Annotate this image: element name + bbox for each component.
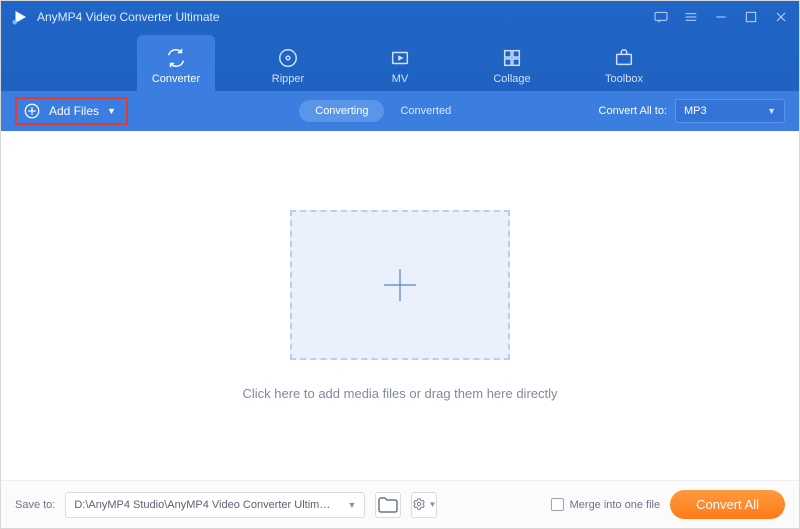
- converter-icon: [165, 47, 187, 69]
- merge-label: Merge into one file: [570, 499, 661, 511]
- tab-label: Toolbox: [605, 73, 643, 85]
- app-window: AnyMP4 Video Converter Ultimate Converte…: [0, 0, 800, 529]
- window-controls: [653, 9, 789, 25]
- convert-all-to: Convert All to: MP3 ▼: [599, 99, 785, 123]
- chevron-down-icon: ▼: [428, 500, 436, 509]
- convert-all-to-label: Convert All to:: [599, 105, 667, 117]
- format-select[interactable]: MP3 ▼: [675, 99, 785, 123]
- footer: Save to: D:\AnyMP4 Studio\AnyMP4 Video C…: [1, 480, 799, 528]
- menu-icon[interactable]: [683, 9, 699, 25]
- checkbox-icon: [551, 498, 564, 511]
- minimize-icon[interactable]: [713, 9, 729, 25]
- plus-circle-icon: [23, 102, 41, 120]
- tab-label: Ripper: [272, 73, 304, 85]
- drop-hint: Click here to add media files or drag th…: [242, 386, 557, 401]
- subheader: Add Files ▼ Converting Converted Convert…: [1, 91, 799, 131]
- tab-toolbox[interactable]: Toolbox: [585, 35, 663, 91]
- save-path-select[interactable]: D:\AnyMP4 Studio\AnyMP4 Video Converter …: [65, 492, 365, 518]
- tab-ripper[interactable]: Ripper: [249, 35, 327, 91]
- mv-icon: [389, 47, 411, 69]
- save-to-label: Save to:: [15, 499, 55, 511]
- tab-mv[interactable]: MV: [361, 35, 439, 91]
- ripper-icon: [277, 47, 299, 69]
- format-value: MP3: [684, 105, 707, 117]
- collage-icon: [501, 47, 523, 69]
- titlebar: AnyMP4 Video Converter Ultimate: [1, 1, 799, 33]
- feedback-icon[interactable]: [653, 9, 669, 25]
- settings-button[interactable]: ▼: [411, 492, 437, 518]
- tab-label: Collage: [493, 73, 530, 85]
- tab-label: Converter: [152, 73, 200, 85]
- chevron-down-icon: ▼: [767, 106, 776, 116]
- tab-converter[interactable]: Converter: [137, 35, 215, 91]
- add-files-button[interactable]: Add Files ▼: [15, 97, 128, 125]
- chevron-down-icon: ▼: [107, 106, 116, 116]
- header: AnyMP4 Video Converter Ultimate Converte…: [1, 1, 799, 91]
- plus-icon: [376, 261, 424, 309]
- dropzone[interactable]: [290, 210, 510, 360]
- segment-converted[interactable]: Converted: [384, 100, 467, 122]
- app-title: AnyMP4 Video Converter Ultimate: [37, 10, 220, 24]
- open-folder-button[interactable]: [375, 492, 401, 518]
- status-segment: Converting Converted: [299, 100, 467, 122]
- toolbox-icon: [613, 47, 635, 69]
- save-path-value: D:\AnyMP4 Studio\AnyMP4 Video Converter …: [74, 499, 334, 511]
- app-logo-icon: [11, 8, 29, 26]
- close-icon[interactable]: [773, 9, 789, 25]
- tab-label: MV: [392, 73, 409, 85]
- segment-converting[interactable]: Converting: [299, 100, 384, 122]
- convert-all-button[interactable]: Convert All: [670, 490, 785, 519]
- main-area: Click here to add media files or drag th…: [1, 131, 799, 480]
- main-tabs: Converter Ripper MV Collage Toolbox: [1, 33, 799, 91]
- add-files-label: Add Files: [49, 104, 99, 118]
- maximize-icon[interactable]: [743, 9, 759, 25]
- chevron-down-icon: ▼: [347, 500, 356, 510]
- tab-collage[interactable]: Collage: [473, 35, 551, 91]
- merge-checkbox[interactable]: Merge into one file: [551, 498, 661, 511]
